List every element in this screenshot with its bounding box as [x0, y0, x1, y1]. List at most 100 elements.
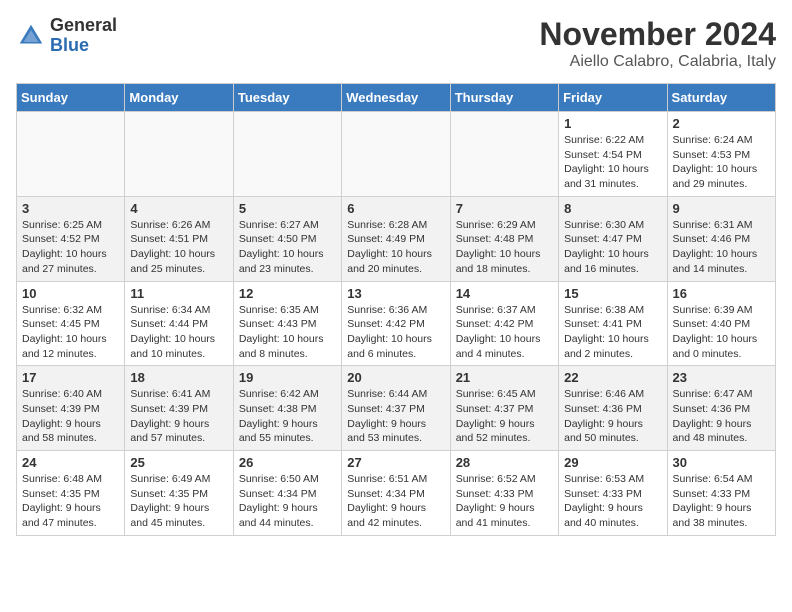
day-number: 5: [239, 201, 336, 216]
calendar-cell: 19 Sunrise: 6:42 AM Sunset: 4:38 PM Dayli…: [233, 366, 341, 451]
calendar-cell: 23 Sunrise: 6:47 AM Sunset: 4:36 PM Dayli…: [667, 366, 775, 451]
day-number: 16: [673, 286, 770, 301]
day-info: Sunrise: 6:52 AM Sunset: 4:33 PM Dayligh…: [456, 472, 553, 531]
calendar-cell: 6 Sunrise: 6:28 AM Sunset: 4:49 PM Daylig…: [342, 196, 450, 281]
calendar-week-4: 17 Sunrise: 6:40 AM Sunset: 4:39 PM Dayli…: [17, 366, 776, 451]
calendar-header-wednesday: Wednesday: [342, 84, 450, 112]
calendar-week-3: 10Sunrise: 6:32 AM Sunset: 4:45 PM Dayli…: [17, 281, 776, 366]
day-info: Sunrise: 6:24 AM Sunset: 4:53 PM Dayligh…: [673, 133, 770, 192]
day-number: 21: [456, 370, 553, 385]
day-info: Sunrise: 6:51 AM Sunset: 4:34 PM Dayligh…: [347, 472, 444, 531]
calendar-header-sunday: Sunday: [17, 84, 125, 112]
day-number: 27: [347, 455, 444, 470]
day-info: Sunrise: 6:48 AM Sunset: 4:35 PM Dayligh…: [22, 472, 119, 531]
day-number: 8: [564, 201, 661, 216]
day-info: Sunrise: 6:40 AM Sunset: 4:39 PM Dayligh…: [22, 387, 119, 446]
day-number: 26: [239, 455, 336, 470]
calendar-cell: 24 Sunrise: 6:48 AM Sunset: 4:35 PM Dayli…: [17, 451, 125, 536]
day-info: Sunrise: 6:31 AM Sunset: 4:46 PM Dayligh…: [673, 218, 770, 277]
day-info: Sunrise: 6:29 AM Sunset: 4:48 PM Dayligh…: [456, 218, 553, 277]
calendar-cell: 15Sunrise: 6:38 AM Sunset: 4:41 PM Dayli…: [559, 281, 667, 366]
calendar-header-friday: Friday: [559, 84, 667, 112]
calendar-cell: 11 Sunrise: 6:34 AM Sunset: 4:44 PM Dayli…: [125, 281, 233, 366]
day-info: Sunrise: 6:27 AM Sunset: 4:50 PM Dayligh…: [239, 218, 336, 277]
day-number: 28: [456, 455, 553, 470]
day-number: 29: [564, 455, 661, 470]
day-info: Sunrise: 6:49 AM Sunset: 4:35 PM Dayligh…: [130, 472, 227, 531]
day-number: 22: [564, 370, 661, 385]
day-info: Sunrise: 6:36 AM Sunset: 4:42 PM Dayligh…: [347, 303, 444, 362]
day-info: Sunrise: 6:28 AM Sunset: 4:49 PM Dayligh…: [347, 218, 444, 277]
calendar-header-thursday: Thursday: [450, 84, 558, 112]
day-info: Sunrise: 6:37 AM Sunset: 4:42 PM Dayligh…: [456, 303, 553, 362]
day-number: 17: [22, 370, 119, 385]
day-number: 18: [130, 370, 227, 385]
day-info: Sunrise: 6:30 AM Sunset: 4:47 PM Dayligh…: [564, 218, 661, 277]
calendar-cell: 18 Sunrise: 6:41 AM Sunset: 4:39 PM Dayli…: [125, 366, 233, 451]
calendar-cell: 3 Sunrise: 6:25 AM Sunset: 4:52 PM Daylig…: [17, 196, 125, 281]
day-info: Sunrise: 6:41 AM Sunset: 4:39 PM Dayligh…: [130, 387, 227, 446]
calendar-cell: [233, 112, 341, 197]
calendar-cell: 17 Sunrise: 6:40 AM Sunset: 4:39 PM Dayli…: [17, 366, 125, 451]
day-number: 23: [673, 370, 770, 385]
day-info: Sunrise: 6:47 AM Sunset: 4:36 PM Dayligh…: [673, 387, 770, 446]
day-number: 19: [239, 370, 336, 385]
day-info: Sunrise: 6:25 AM Sunset: 4:52 PM Dayligh…: [22, 218, 119, 277]
calendar-cell: 14 Sunrise: 6:37 AM Sunset: 4:42 PM Dayli…: [450, 281, 558, 366]
day-info: Sunrise: 6:38 AM Sunset: 4:41 PM Dayligh…: [564, 303, 661, 362]
calendar-cell: 27 Sunrise: 6:51 AM Sunset: 4:34 PM Dayli…: [342, 451, 450, 536]
calendar-cell: 13 Sunrise: 6:36 AM Sunset: 4:42 PM Dayli…: [342, 281, 450, 366]
day-number: 11: [130, 286, 227, 301]
day-number: 2: [673, 116, 770, 131]
logo: General Blue: [16, 16, 117, 56]
calendar-cell: 22 Sunrise: 6:46 AM Sunset: 4:36 PM Dayli…: [559, 366, 667, 451]
calendar-cell: 4 Sunrise: 6:26 AM Sunset: 4:51 PM Daylig…: [125, 196, 233, 281]
day-number: 1: [564, 116, 661, 131]
calendar-cell: 21Sunrise: 6:45 AM Sunset: 4:37 PM Dayli…: [450, 366, 558, 451]
day-info: Sunrise: 6:34 AM Sunset: 4:44 PM Dayligh…: [130, 303, 227, 362]
calendar-cell: 20 Sunrise: 6:44 AM Sunset: 4:37 PM Dayli…: [342, 366, 450, 451]
day-info: Sunrise: 6:26 AM Sunset: 4:51 PM Dayligh…: [130, 218, 227, 277]
day-info: Sunrise: 6:39 AM Sunset: 4:40 PM Dayligh…: [673, 303, 770, 362]
day-info: Sunrise: 6:42 AM Sunset: 4:38 PM Dayligh…: [239, 387, 336, 446]
day-info: Sunrise: 6:22 AM Sunset: 4:54 PM Dayligh…: [564, 133, 661, 192]
logo-icon: [16, 21, 46, 51]
day-number: 20: [347, 370, 444, 385]
day-number: 13: [347, 286, 444, 301]
calendar-cell: 12Sunrise: 6:35 AM Sunset: 4:43 PM Dayli…: [233, 281, 341, 366]
calendar-cell: 30Sunrise: 6:54 AM Sunset: 4:33 PM Dayli…: [667, 451, 775, 536]
day-number: 9: [673, 201, 770, 216]
calendar-header-saturday: Saturday: [667, 84, 775, 112]
calendar-header-tuesday: Tuesday: [233, 84, 341, 112]
calendar-cell: 5 Sunrise: 6:27 AM Sunset: 4:50 PM Daylig…: [233, 196, 341, 281]
logo-general-text: General: [50, 16, 117, 36]
calendar-week-1: 1 Sunrise: 6:22 AM Sunset: 4:54 PM Daylig…: [17, 112, 776, 197]
calendar-cell: 8 Sunrise: 6:30 AM Sunset: 4:47 PM Daylig…: [559, 196, 667, 281]
day-info: Sunrise: 6:54 AM Sunset: 4:33 PM Dayligh…: [673, 472, 770, 531]
day-number: 25: [130, 455, 227, 470]
title-area: November 2024 Aiello Calabro, Calabria, …: [539, 16, 776, 71]
calendar-cell: 7 Sunrise: 6:29 AM Sunset: 4:48 PM Daylig…: [450, 196, 558, 281]
day-number: 10: [22, 286, 119, 301]
day-info: Sunrise: 6:46 AM Sunset: 4:36 PM Dayligh…: [564, 387, 661, 446]
day-number: 24: [22, 455, 119, 470]
calendar-header-monday: Monday: [125, 84, 233, 112]
calendar-week-2: 3 Sunrise: 6:25 AM Sunset: 4:52 PM Daylig…: [17, 196, 776, 281]
calendar-cell: 1 Sunrise: 6:22 AM Sunset: 4:54 PM Daylig…: [559, 112, 667, 197]
day-info: Sunrise: 6:53 AM Sunset: 4:33 PM Dayligh…: [564, 472, 661, 531]
day-number: 4: [130, 201, 227, 216]
calendar-cell: [342, 112, 450, 197]
calendar-cell: [450, 112, 558, 197]
day-number: 6: [347, 201, 444, 216]
calendar-cell: [17, 112, 125, 197]
day-number: 14: [456, 286, 553, 301]
calendar-cell: 25 Sunrise: 6:49 AM Sunset: 4:35 PM Dayli…: [125, 451, 233, 536]
day-number: 3: [22, 201, 119, 216]
calendar-cell: 2 Sunrise: 6:24 AM Sunset: 4:53 PM Daylig…: [667, 112, 775, 197]
day-info: Sunrise: 6:44 AM Sunset: 4:37 PM Dayligh…: [347, 387, 444, 446]
logo-blue-text: Blue: [50, 36, 117, 56]
calendar-cell: 9 Sunrise: 6:31 AM Sunset: 4:46 PM Daylig…: [667, 196, 775, 281]
day-number: 7: [456, 201, 553, 216]
day-info: Sunrise: 6:50 AM Sunset: 4:34 PM Dayligh…: [239, 472, 336, 531]
calendar: SundayMondayTuesdayWednesdayThursdayFrid…: [16, 83, 776, 536]
